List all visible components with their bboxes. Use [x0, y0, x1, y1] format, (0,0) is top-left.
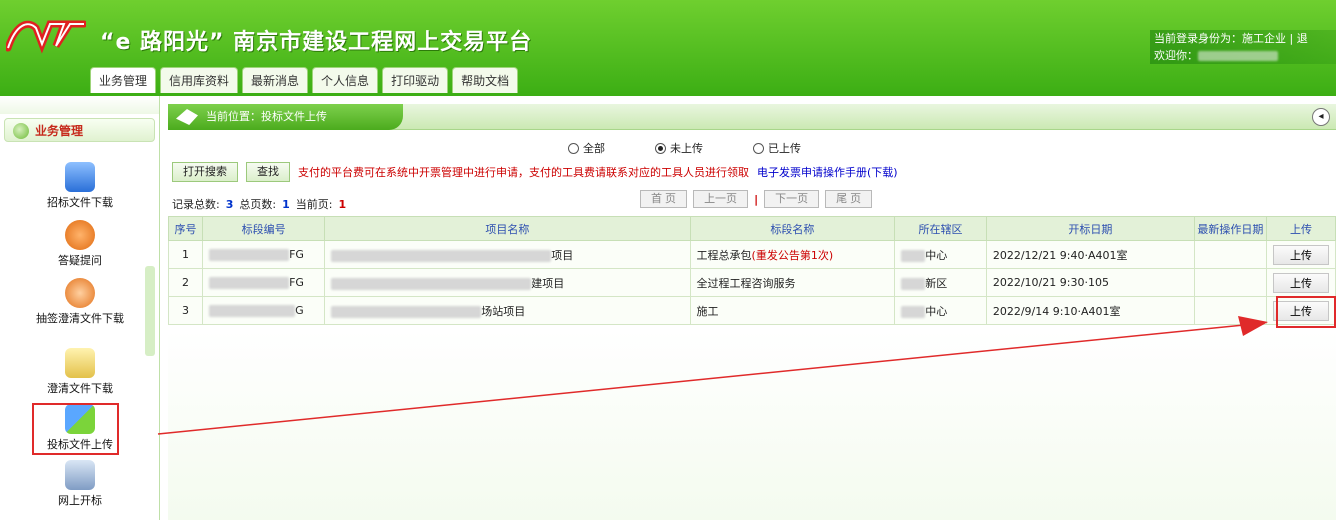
- bid-table: 序号 标段编号 项目名称 标段名称 所在辖区 开标日期 最新操作日期 上传 1 …: [167, 216, 1336, 325]
- at-icon: [65, 278, 95, 308]
- pager-separator: |: [754, 192, 759, 206]
- sidebar-item-draw-clarify[interactable]: 抽签澄清文件下载: [26, 278, 134, 326]
- tab-news[interactable]: 最新消息: [242, 67, 309, 93]
- table-row: 2 FG 建项目 全过程工程咨询服务 新区 2022/10/21 9:30·10…: [167, 268, 1336, 297]
- col-code: 标段编号: [202, 216, 326, 241]
- redacted-text: [331, 305, 482, 318]
- header-banner: “e 路阳光” 南京市建设工程网上交易平台 当前登录身份为：施工企业 | 退 欢…: [0, 0, 1336, 96]
- last-page-button[interactable]: 尾 页: [825, 190, 873, 208]
- redacted-text: [331, 277, 532, 290]
- monitor-icon: [65, 460, 95, 490]
- highlight-box-sidebar: [32, 403, 119, 455]
- tab-print-driver[interactable]: 打印驱动: [382, 67, 449, 93]
- table-header: 序号 标段编号 项目名称 标段名称 所在辖区 开标日期 最新操作日期 上传: [167, 216, 1336, 241]
- total-count: 3: [225, 198, 234, 211]
- open-search-button[interactable]: 打开搜索: [172, 162, 238, 182]
- filter-not-uploaded[interactable]: 未上传: [655, 140, 703, 156]
- action-bar: 打开搜索 查找 支付的平台费可在系统中开票管理中进行申请，支付的工具费请联系对应…: [172, 162, 898, 182]
- filter-uploaded[interactable]: 已上传: [753, 140, 801, 156]
- table-row: 1 FG 项目 工程总承包(重发公告第1次) 中心 2022/12/21 9:4…: [167, 240, 1336, 269]
- breadcrumb-bar: 当前位置：投标文件上传 ◂: [168, 104, 1336, 130]
- sidebar-item-clarify-download[interactable]: 澄清文件下载: [26, 348, 134, 396]
- sidebar-scrollbar[interactable]: [145, 266, 155, 356]
- menu-icon: [13, 123, 29, 139]
- sidebar-item-qa[interactable]: 答疑提问: [26, 220, 134, 268]
- col-upload: 上传: [1265, 216, 1336, 241]
- invoice-manual-link[interactable]: 电子发票申请操作手册(下载): [757, 164, 898, 180]
- redacted-text: [209, 249, 290, 261]
- redacted-text: [901, 277, 926, 290]
- sidebar-hanger: [0, 96, 159, 114]
- search-button[interactable]: 查找: [246, 162, 290, 182]
- user-info: 当前登录身份为：施工企业 | 退 欢迎你：: [1150, 30, 1336, 64]
- table-row: 3 G 场站项目 施工 中心 2022/9/14 9:10·A401室 上传: [167, 296, 1336, 325]
- tab-business[interactable]: 业务管理: [90, 67, 157, 93]
- pager: 首 页 上一页 | 下一页 尾 页: [640, 190, 873, 208]
- logo-icon: [6, 20, 86, 54]
- sidebar: 业务管理 招标文件下载 答疑提问 抽签澄清文件下载 澄清文件下载 投标文件上传 …: [0, 96, 160, 520]
- breadcrumb: 当前位置：投标文件上传: [168, 104, 403, 130]
- page-count: 1: [282, 198, 290, 211]
- collapse-icon[interactable]: ◂: [1312, 108, 1330, 126]
- next-page-button[interactable]: 下一页: [764, 190, 820, 208]
- location-icon: [176, 109, 198, 125]
- status-filter: 全部 未上传 已上传: [568, 140, 801, 156]
- col-section: 标段名称: [689, 216, 896, 241]
- redacted-text: [209, 305, 296, 317]
- question-icon: [65, 220, 95, 250]
- record-stats: 记录总数: 3 总页数: 1 当前页: 1: [172, 198, 347, 211]
- sidebar-item-tender-download[interactable]: 招标文件下载: [26, 162, 134, 210]
- col-project: 项目名称: [324, 216, 691, 241]
- radio-icon: [568, 142, 579, 154]
- upload-button[interactable]: 上传: [1272, 272, 1329, 293]
- download-icon: [65, 348, 95, 378]
- filter-all[interactable]: 全部: [568, 140, 605, 156]
- sidebar-item-online-opening[interactable]: 网上开标: [26, 460, 134, 508]
- tab-help[interactable]: 帮助文档: [452, 67, 519, 93]
- content-background: [168, 330, 1336, 520]
- redacted-text: [331, 249, 552, 262]
- radio-icon: [753, 142, 764, 154]
- col-no: 序号: [167, 216, 204, 241]
- redacted-text: [209, 277, 290, 289]
- radio-checked-icon: [655, 142, 666, 154]
- redacted-text: [901, 305, 926, 318]
- username-redacted: [1198, 51, 1278, 61]
- main-nav: 业务管理 信用库资料 最新消息 个人信息 打印驱动 帮助文档: [90, 67, 519, 93]
- tab-profile[interactable]: 个人信息: [312, 67, 379, 93]
- prev-page-button[interactable]: 上一页: [693, 190, 749, 208]
- site-title: “e 路阳光” 南京市建设工程网上交易平台: [100, 30, 533, 55]
- col-latest-date: 最新操作日期: [1193, 216, 1267, 241]
- upload-button[interactable]: 上传: [1272, 244, 1329, 265]
- redacted-text: [901, 249, 926, 262]
- highlight-box-upload: [1276, 296, 1336, 328]
- col-open-date: 开标日期: [985, 216, 1195, 241]
- sidebar-title[interactable]: 业务管理: [4, 118, 155, 142]
- first-page-button[interactable]: 首 页: [640, 190, 688, 208]
- tab-credit[interactable]: 信用库资料: [160, 67, 239, 93]
- welcome-label: 欢迎你：: [1154, 49, 1198, 62]
- col-district: 所在辖区: [894, 216, 987, 241]
- user-role: 当前登录身份为：施工企业 | 退: [1154, 32, 1308, 45]
- fee-notice: 支付的平台费可在系统中开票管理中进行申请，支付的工具费请联系对应的工具人员进行领…: [298, 166, 749, 179]
- calendar-icon: [65, 162, 95, 192]
- current-page: 1: [338, 198, 347, 211]
